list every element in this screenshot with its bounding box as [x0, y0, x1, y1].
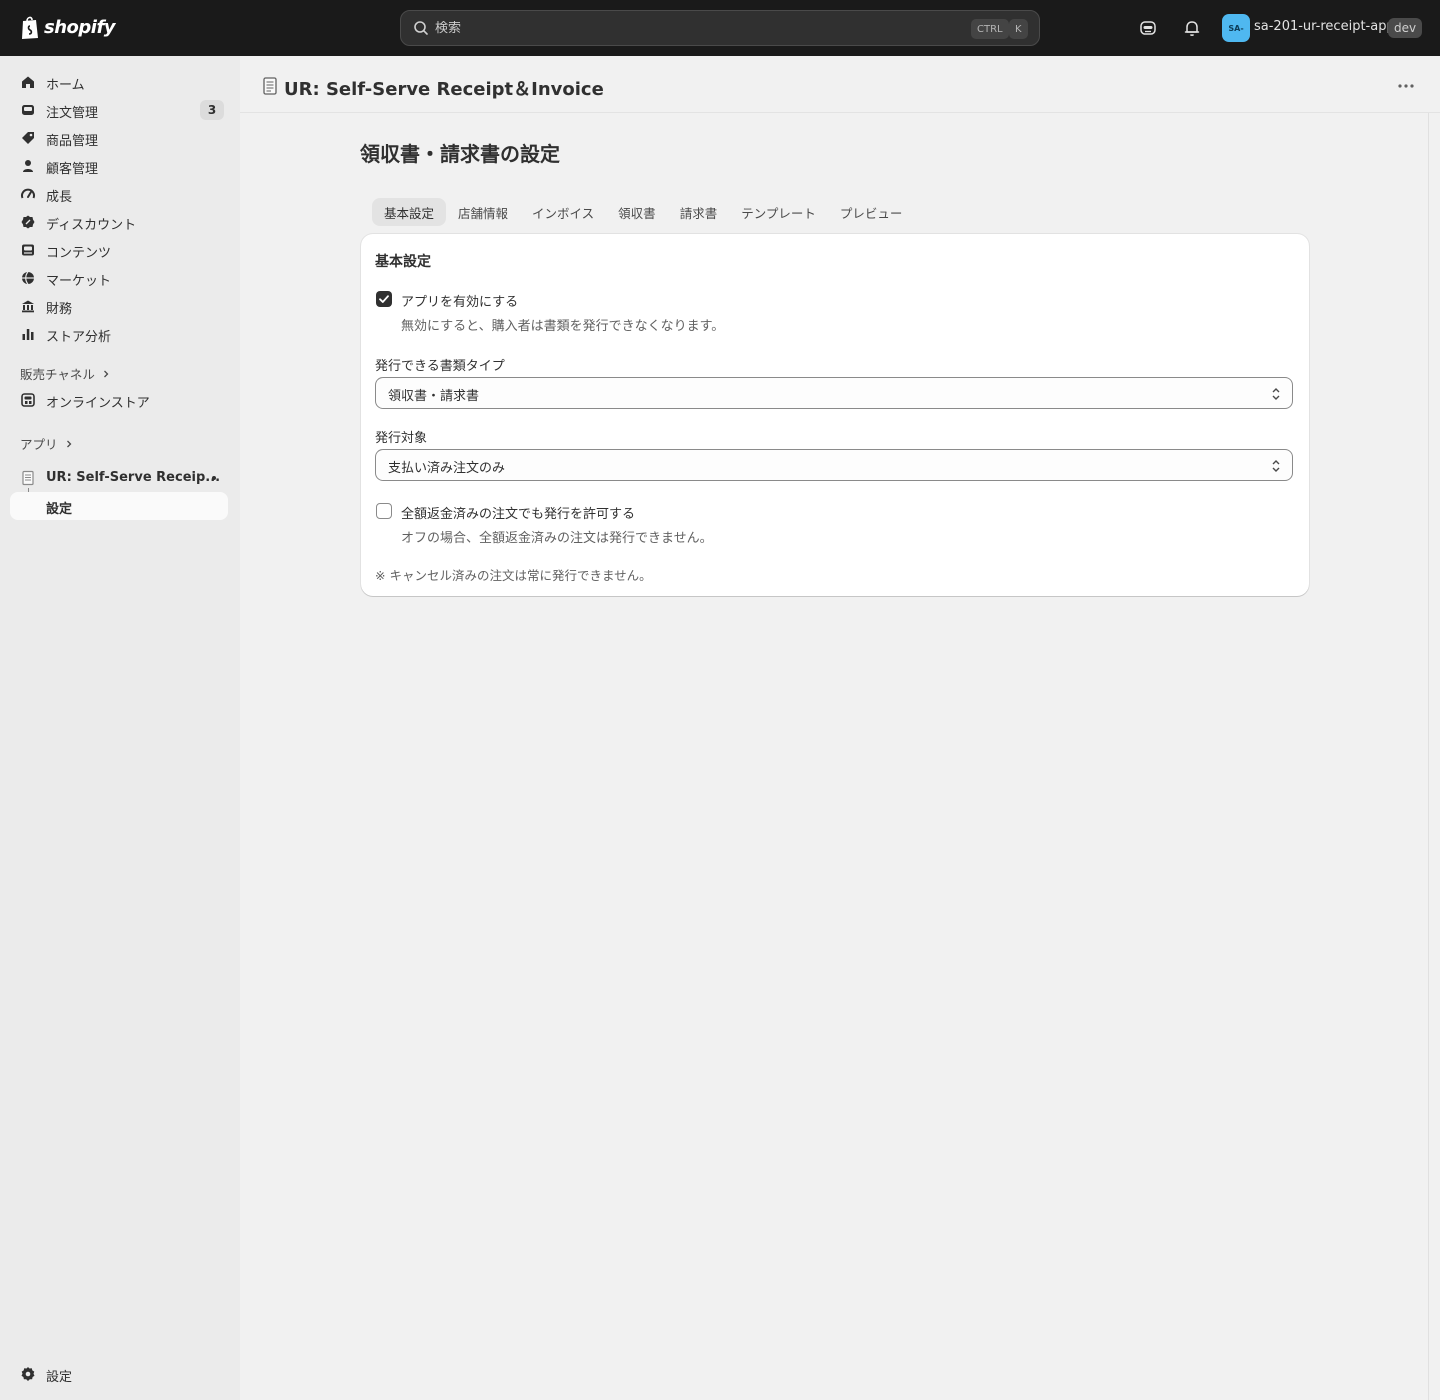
sales-channels-heading[interactable]: 販売チャネル — [20, 364, 111, 383]
sidebar: ホーム 注文管理 3 商品管理 顧客管理 成長 ディスカウント コンテンツ マー… — [0, 56, 240, 1400]
shortcut-ctrl-key: CTRL — [971, 19, 1009, 39]
tab-basic-settings[interactable]: 基本設定 — [372, 198, 447, 226]
select-arrows-icon — [1272, 388, 1280, 400]
discount-icon — [21, 215, 35, 229]
sidebar-item-label: ホーム — [46, 78, 85, 93]
page-title: 領収書・請求書の設定 — [360, 142, 560, 166]
tab-invoice[interactable]: 請求書 — [668, 198, 730, 226]
cancel-note: ※ キャンセル済みの注文は常に発行できません。 — [375, 568, 652, 583]
select-arrows-icon — [1272, 460, 1280, 472]
logo-text: shopify — [44, 16, 116, 38]
sidebar-item-label: 成長 — [46, 190, 73, 205]
top-bar: shopify CTRL K SA- sa-201-ur-receipt-app… — [0, 0, 1440, 56]
sidebar-item-markets[interactable]: マーケット — [10, 264, 228, 292]
search-bar[interactable]: CTRL K — [400, 10, 1040, 46]
inbox-icon — [22, 105, 34, 115]
target-label: 発行対象 — [375, 431, 428, 446]
target-value: 支払い済み注文のみ — [388, 461, 506, 476]
search-input[interactable] — [435, 20, 955, 36]
tab-invoice-registration[interactable]: インボイス — [520, 198, 606, 226]
store-dev-badge: dev — [1388, 18, 1423, 38]
receipt-icon — [22, 470, 34, 486]
sidebar-item-label: 設定 — [46, 502, 73, 517]
search-icon — [414, 21, 428, 35]
doc-type-label: 発行できる書類タイプ — [375, 359, 505, 374]
allow-refunded-checkbox[interactable] — [376, 503, 392, 519]
sidebar-item-home[interactable]: ホーム — [10, 68, 228, 96]
app-pin-dot — [212, 476, 216, 480]
sidebar-item-analytics[interactable]: ストア分析 — [10, 320, 228, 348]
sidebar-item-finance[interactable]: 財務 — [10, 292, 228, 320]
app-title-bar: UR: Self-Serve Receipt＆Invoice — [240, 56, 1440, 113]
tab-template[interactable]: テンプレート — [729, 198, 828, 226]
tab-receipt[interactable]: 領収書 — [606, 198, 668, 226]
gear-icon — [21, 1367, 35, 1381]
sidebar-item-label: 設定 — [46, 1370, 73, 1385]
target-select[interactable]: 支払い済み注文のみ — [375, 449, 1293, 481]
settings-tabs: 基本設定 店舗情報 インボイス 領収書 請求書 テンプレート プレビュー — [372, 198, 914, 226]
sidebar-item-orders[interactable]: 注文管理 3 — [10, 96, 228, 124]
sidebar-item-app[interactable]: UR: Self-Serve Receip... — [10, 464, 228, 492]
store-avatar[interactable]: SA- — [1222, 14, 1250, 42]
apps-label: アプリ — [20, 437, 58, 452]
sales-channels-label: 販売チャネル — [20, 367, 95, 382]
store-icon — [21, 393, 35, 407]
sidebar-item-label: 商品管理 — [46, 134, 99, 149]
sidebar-item-label: コンテンツ — [46, 246, 112, 261]
card-title: 基本設定 — [375, 254, 431, 270]
allow-refunded-label[interactable]: 全額返金済みの注文でも発行を許可する — [401, 503, 635, 522]
sidebar-item-label: 顧客管理 — [46, 162, 99, 177]
allow-refunded-help: オフの場合、全額返金済みの注文は発行できません。 — [401, 531, 713, 546]
orders-count-badge: 3 — [200, 100, 224, 120]
doc-type-select[interactable]: 領収書・請求書 — [375, 377, 1293, 409]
tag-icon — [22, 132, 34, 144]
sidebar-item-label: UR: Self-Serve Receip... — [46, 470, 221, 485]
receipt-icon — [263, 77, 277, 95]
enable-app-checkbox[interactable] — [376, 291, 392, 307]
shopify-bag-icon — [22, 16, 38, 39]
sidebar-item-label: ディスカウント — [46, 218, 137, 233]
enable-app-label[interactable]: アプリを有効にする — [401, 291, 518, 310]
more-options-icon[interactable] — [1396, 78, 1416, 94]
store-name[interactable]: sa-201-ur-receipt-app — [1254, 19, 1395, 34]
sidekick-icon[interactable] — [1138, 18, 1158, 38]
sidebar-item-discounts[interactable]: ディスカウント — [10, 208, 228, 236]
tab-preview[interactable]: プレビュー — [828, 198, 915, 226]
enable-app-help: 無効にすると、購入者は書類を発行できなくなります。 — [401, 319, 725, 334]
sidebar-item-products[interactable]: 商品管理 — [10, 124, 228, 152]
home-icon — [22, 76, 34, 88]
person-icon — [23, 160, 33, 172]
shortcut-k-key: K — [1009, 19, 1028, 39]
doc-type-value: 領収書・請求書 — [388, 389, 480, 404]
sidebar-item-label: ストア分析 — [46, 330, 112, 345]
checkmark-icon — [379, 295, 389, 303]
app-title: UR: Self-Serve Receipt＆Invoice — [284, 79, 604, 100]
sidebar-item-label: オンラインストア — [46, 396, 150, 411]
content-divider — [1428, 113, 1429, 1400]
sidebar-item-label: 財務 — [46, 302, 73, 317]
bell-icon[interactable] — [1182, 18, 1202, 38]
bank-icon — [22, 300, 34, 313]
image-icon — [22, 244, 34, 256]
sidebar-item-label: 注文管理 — [46, 106, 99, 121]
sidebar-item-online-store[interactable]: オンラインストア — [10, 386, 228, 414]
basic-settings-card: 基本設定 アプリを有効にする 無効にすると、購入者は書類を発行できなくなります。… — [361, 234, 1309, 596]
tab-store-info[interactable]: 店舗情報 — [446, 198, 520, 226]
sidebar-item-settings[interactable]: 設定 — [10, 1360, 228, 1388]
globe-icon — [22, 271, 34, 285]
chevron-right-icon — [103, 370, 109, 377]
sidebar-item-customers[interactable]: 顧客管理 — [10, 152, 228, 180]
gauge-icon — [21, 188, 35, 199]
apps-heading[interactable]: アプリ — [20, 434, 74, 453]
sidebar-item-content[interactable]: コンテンツ — [10, 236, 228, 264]
chevron-right-icon — [66, 440, 71, 447]
sidebar-item-label: マーケット — [46, 274, 112, 289]
shopify-logo[interactable]: shopify — [20, 14, 116, 40]
bar-chart-icon — [22, 329, 34, 340]
sidebar-item-app-settings[interactable]: 設定 — [10, 492, 228, 520]
sidebar-item-growth[interactable]: 成長 — [10, 180, 228, 208]
